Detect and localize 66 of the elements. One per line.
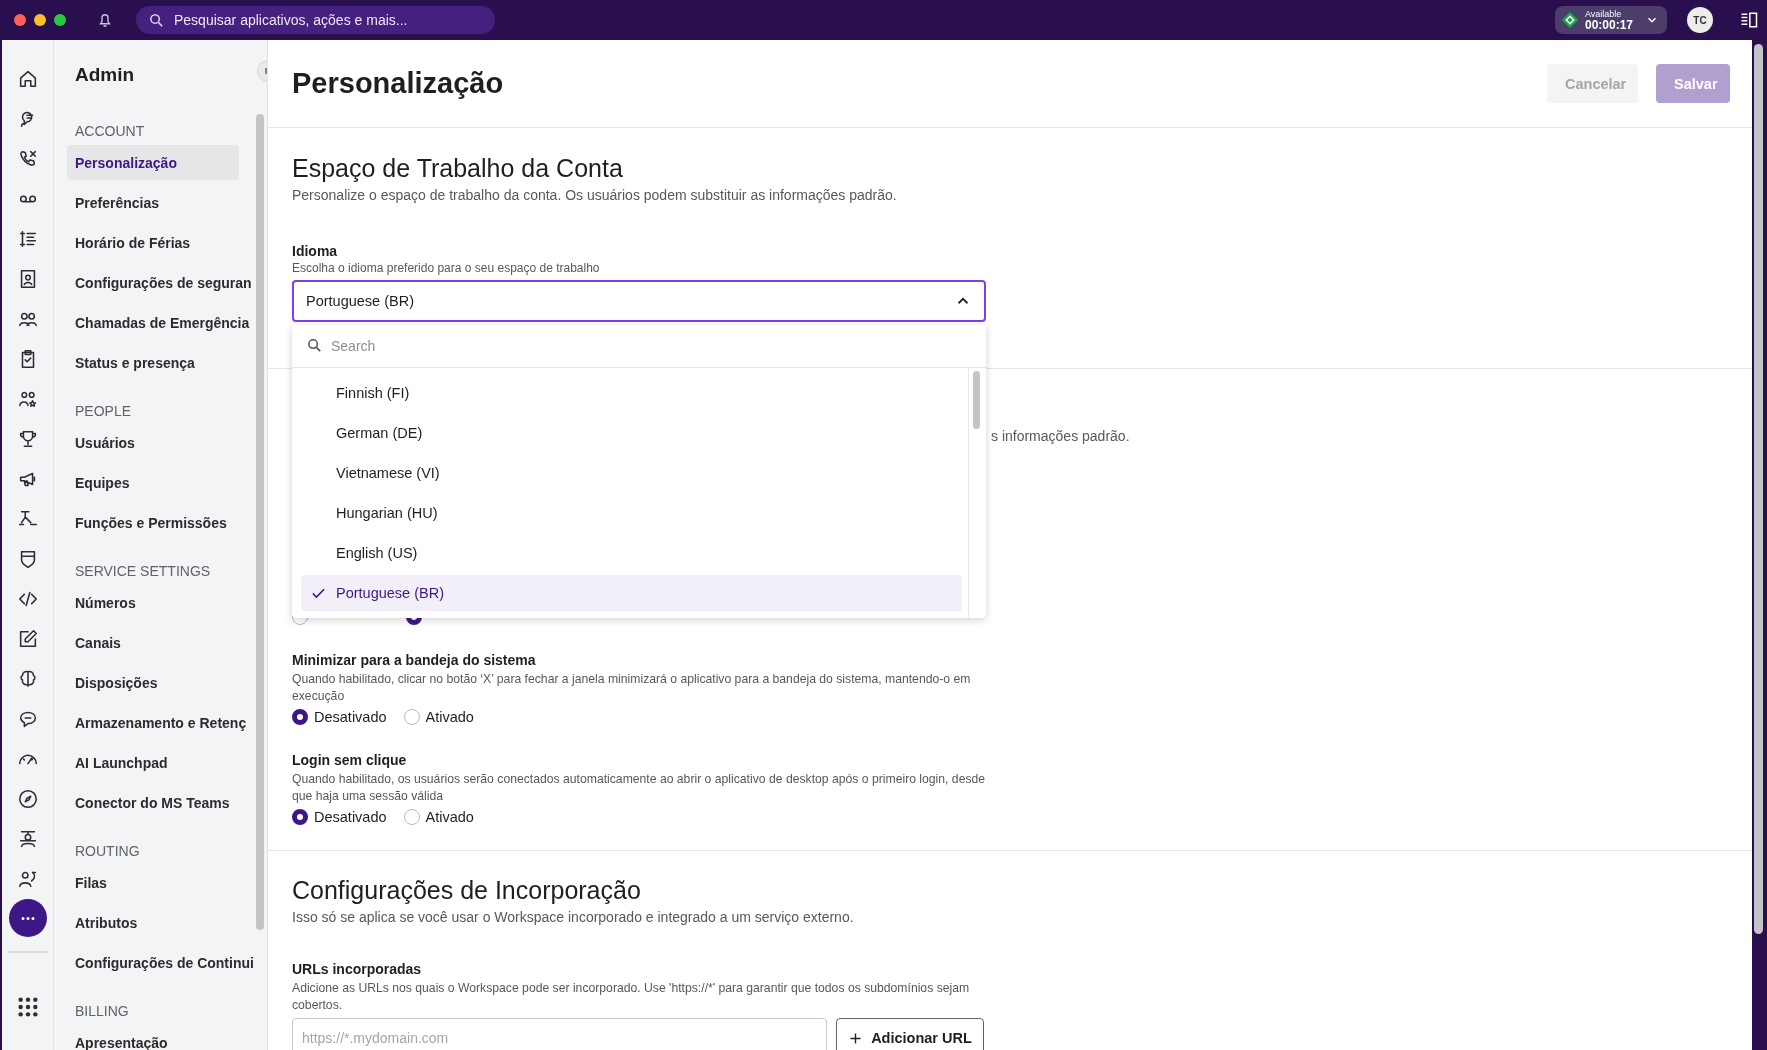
sidebar-item[interactable]: Canais bbox=[67, 625, 239, 660]
sidebar-section-heading: BILLING bbox=[75, 1003, 129, 1019]
section-description: Personalize o espaço de trabalho da conta. Os usuários podem substituir as informações padrão. bbox=[292, 186, 898, 204]
sidebar-item[interactable]: Conector do MS Teams bbox=[67, 785, 239, 820]
sidebar-section-heading: SERVICE SETTINGS bbox=[75, 563, 211, 579]
sidebar-item[interactable]: Chamadas de Emergência bbox=[67, 305, 250, 340]
sidebar-item[interactable]: Preferências bbox=[67, 185, 239, 220]
language-option[interactable]: Portuguese (BR) bbox=[301, 575, 962, 611]
sidebar-item[interactable]: Atributos bbox=[67, 905, 239, 940]
app-grid-icon[interactable] bbox=[16, 996, 39, 1018]
sidebar-item[interactable]: Disposições bbox=[67, 665, 239, 700]
language-select[interactable]: Portuguese (BR) bbox=[292, 280, 986, 322]
field-hint: Escolha o idioma preferido para o seu espaço de trabalho bbox=[292, 260, 601, 276]
setting-label: Login sem clique bbox=[292, 751, 408, 769]
sidebar-item[interactable]: Números bbox=[67, 585, 239, 620]
sidebar-item[interactable]: Personalização bbox=[67, 145, 239, 180]
sidebar-item[interactable]: Equipes bbox=[67, 465, 239, 500]
close-window-icon[interactable] bbox=[14, 14, 26, 26]
global-search-field[interactable]: Pesquisar aplicativos, ações e mais... bbox=[136, 6, 495, 34]
section-description: Isso só se aplica se você usar o Workspace incorporado e integrado a um serviço externo. bbox=[292, 908, 855, 926]
radio-option[interactable]: Desativado bbox=[292, 709, 387, 725]
section-title: Espaço de Trabalho da Conta bbox=[292, 153, 624, 183]
url-input-field[interactable]: https://*.mydomain.com bbox=[292, 1018, 827, 1050]
side-panel-icon[interactable] bbox=[1739, 10, 1759, 30]
maximize-window-icon[interactable] bbox=[54, 14, 66, 26]
radio-option[interactable]: Ativado bbox=[403, 809, 474, 825]
language-option[interactable]: German (DE) bbox=[301, 415, 962, 451]
sidebar-item[interactable]: Filas bbox=[67, 865, 239, 900]
sidebar-item[interactable]: Apresentação bbox=[67, 1025, 239, 1050]
setting-label: Minimizar para a bandeja do sistema bbox=[292, 651, 537, 669]
sidebar-item[interactable]: AI Launchpad bbox=[67, 745, 239, 780]
field-label: Idioma bbox=[292, 242, 339, 260]
add-url-button[interactable]: Adicionar URL bbox=[836, 1018, 984, 1050]
available-status-icon bbox=[1560, 11, 1579, 29]
radio-option[interactable]: Desativado bbox=[292, 809, 387, 825]
status-selector[interactable]: Available 00:00:17 bbox=[1554, 6, 1667, 34]
sidebar-section-heading: PEOPLE bbox=[75, 403, 132, 419]
language-option[interactable]: Finnish (FI) bbox=[301, 375, 962, 411]
sidebar-scrollbar[interactable] bbox=[256, 114, 264, 930]
sidebar-item[interactable]: Usuários bbox=[67, 425, 239, 460]
sidebar-section-heading: ROUTING bbox=[75, 843, 140, 859]
compass-icon[interactable] bbox=[16, 788, 39, 810]
minimize-window-icon[interactable] bbox=[34, 14, 46, 26]
sidebar-item[interactable]: Armazenamento e Retenç bbox=[67, 705, 247, 740]
sidebar-item[interactable]: Horário de Férias bbox=[67, 225, 239, 260]
language-search-field[interactable]: Search bbox=[292, 325, 932, 367]
sidebar-item[interactable]: Funções e Permissões bbox=[67, 505, 239, 540]
more-icon bbox=[19, 915, 36, 921]
user-avatar[interactable]: TC bbox=[1687, 7, 1713, 33]
language-option[interactable]: English (US) bbox=[301, 535, 962, 571]
sidebar-title: Admin bbox=[75, 64, 135, 86]
more-apps-button[interactable] bbox=[8, 899, 47, 937]
sidebar-item[interactable]: Configurações de seguran bbox=[67, 265, 252, 300]
field-hint: Adicione as URLs nos quais o Workspace pode ser incorporado. Use 'https://*' para garantir que todos os subdomínios sejam cobertos. bbox=[292, 980, 971, 1013]
section-title: Configurações de Incorporação bbox=[292, 875, 642, 905]
language-option[interactable]: Hungarian (HU) bbox=[301, 495, 962, 531]
radio-option[interactable]: Ativado bbox=[403, 709, 474, 725]
sidebar-item[interactable]: Configurações de Continui bbox=[67, 945, 254, 980]
field-label: URLs incorporadas bbox=[292, 960, 423, 978]
sidebar-section-heading: ACCOUNT bbox=[75, 123, 145, 139]
setting-description: Quando habilitado, clicar no botão ‘X’ para fechar a janela minimizará o aplicativo para a bandeja do sistema, mantendo-o em execução bbox=[292, 671, 972, 704]
language-option[interactable]: Vietnamese (VI) bbox=[301, 455, 962, 491]
section-description: s informações padrão. bbox=[991, 427, 1131, 445]
setting-description: Quando habilitado, os usuários serão conectados automaticamente ao abrir o aplicativo de desktop após o primeiro login, desde que haja uma sessão válida bbox=[292, 771, 987, 804]
sidebar-item[interactable]: Status e presença bbox=[67, 345, 239, 380]
page-title: Personalização bbox=[292, 67, 505, 100]
